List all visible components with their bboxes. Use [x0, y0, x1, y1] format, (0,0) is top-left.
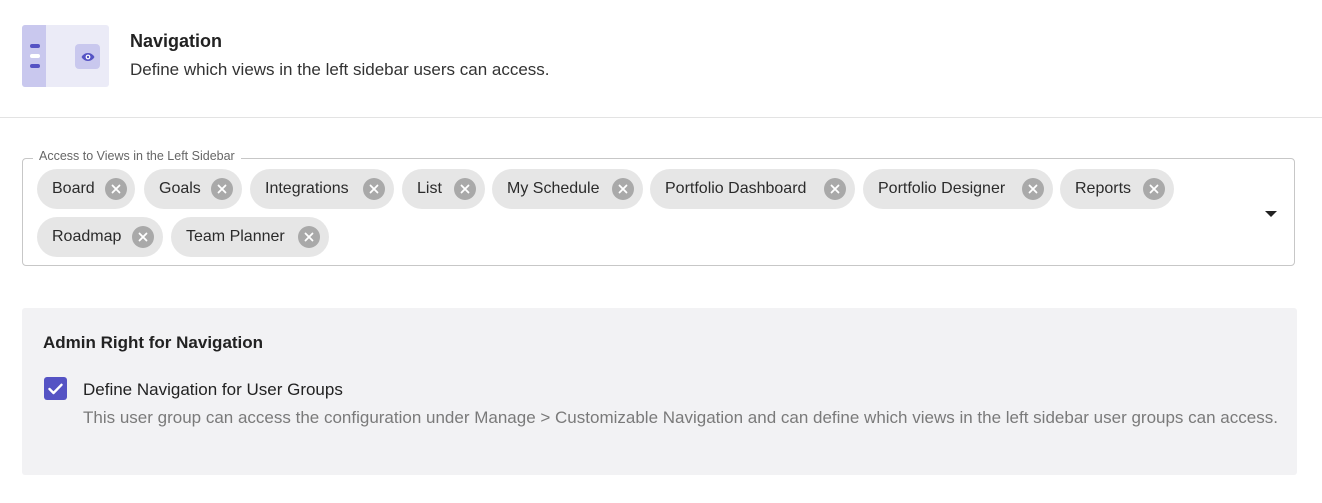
chip-roadmap[interactable]: Roadmap: [37, 217, 163, 257]
chip-team-planner[interactable]: Team Planner: [171, 217, 329, 257]
close-circle-icon[interactable]: [211, 178, 233, 200]
navigation-thumbnail: [22, 25, 109, 87]
views-multiselect-label: Access to Views in the Left Sidebar: [33, 149, 241, 163]
chip-integrations[interactable]: Integrations: [250, 169, 394, 209]
chip-board[interactable]: Board: [37, 169, 135, 209]
chip-label: Goals: [159, 180, 201, 197]
chip-my-schedule[interactable]: My Schedule: [492, 169, 643, 209]
page-header: Navigation Define which views in the lef…: [0, 0, 1322, 118]
chip-goals[interactable]: Goals: [144, 169, 242, 209]
chip-portfolio-designer[interactable]: Portfolio Designer: [863, 169, 1053, 209]
define-navigation-checkbox[interactable]: [44, 377, 67, 400]
close-circle-icon[interactable]: [132, 226, 154, 248]
chip-label: Board: [52, 180, 95, 197]
close-circle-icon[interactable]: [454, 178, 476, 200]
sidebar-bar-icon: [30, 54, 40, 58]
chip-label: Portfolio Dashboard: [665, 180, 807, 197]
chip-label: My Schedule: [507, 180, 600, 197]
chip-list[interactable]: List: [402, 169, 485, 209]
checkmark-icon: [48, 383, 63, 394]
close-circle-icon[interactable]: [105, 178, 127, 200]
chip-label: Reports: [1075, 180, 1132, 197]
admin-rights-title: Admin Right for Navigation: [43, 333, 264, 352]
close-circle-icon[interactable]: [1022, 178, 1044, 200]
sidebar-bar-icon: [30, 44, 40, 48]
sidebar-bar-icon: [30, 64, 40, 68]
define-navigation-description: This user group can access the configura…: [83, 408, 1278, 427]
close-circle-icon[interactable]: [1143, 178, 1165, 200]
page-subtitle: Define which views in the left sidebar u…: [130, 60, 550, 79]
define-navigation-label[interactable]: Define Navigation for User Groups: [83, 380, 343, 400]
chip-label: Roadmap: [52, 228, 122, 245]
close-circle-icon[interactable]: [363, 178, 385, 200]
chip-reports[interactable]: Reports: [1060, 169, 1174, 209]
close-circle-icon[interactable]: [824, 178, 846, 200]
chip-label: Integrations: [265, 180, 349, 197]
chip-portfolio-dashboard[interactable]: Portfolio Dashboard: [650, 169, 855, 209]
eye-icon: [75, 44, 100, 69]
page-title: Navigation: [130, 31, 223, 51]
close-circle-icon[interactable]: [612, 178, 634, 200]
chip-label: Team Planner: [186, 228, 285, 245]
chip-label: Portfolio Designer: [878, 180, 1006, 197]
chip-label: List: [417, 180, 442, 197]
close-circle-icon[interactable]: [298, 226, 320, 248]
caret-down-icon[interactable]: [1265, 211, 1277, 217]
